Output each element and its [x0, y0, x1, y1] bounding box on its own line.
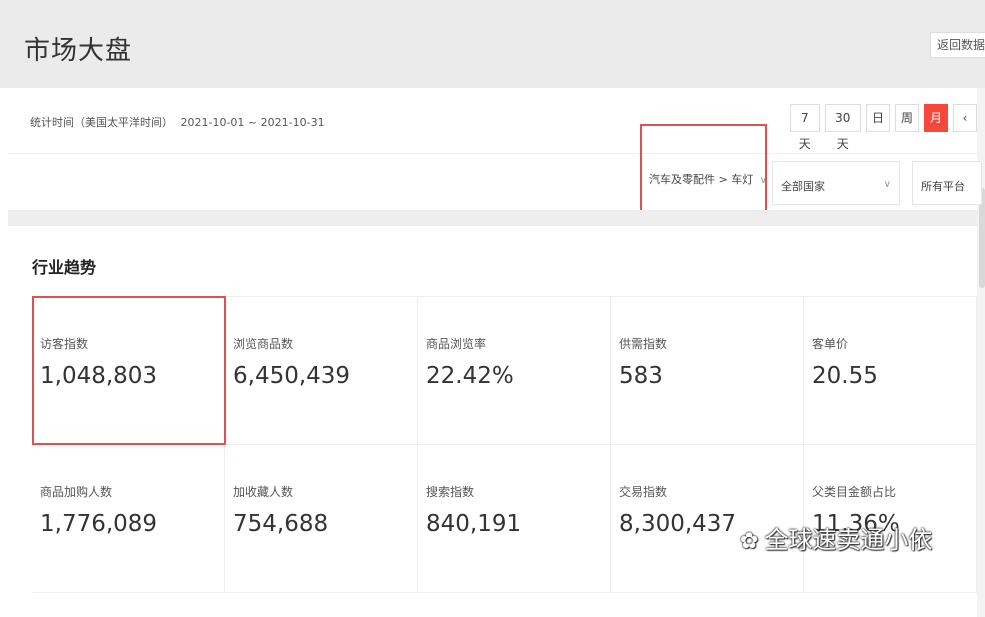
metric-favorite-users[interactable]: 加收藏人数 754,688 — [225, 445, 418, 593]
metric-label: 父类目金额占比 — [812, 485, 897, 499]
prev-period-button[interactable]: ‹ — [953, 104, 977, 132]
metric-value: 8,300,437 — [619, 511, 737, 537]
metric-value: 22.42% — [426, 363, 514, 389]
platform-value: 所有平台 — [921, 180, 965, 193]
metric-label: 商品加购人数 — [40, 485, 113, 499]
metric-label: 商品浏览率 — [426, 337, 487, 351]
date-label-text: 统计时间（美国太平洋时间） — [30, 116, 173, 129]
metric-label: 搜索指数 — [426, 485, 475, 499]
metric-label: 供需指数 — [619, 337, 668, 351]
metric-value: 754,688 — [233, 511, 329, 537]
metric-parent-category-share[interactable]: 父类目金额占比 11.36% — [804, 445, 977, 593]
watermark: ✿ 全球速卖通小依 — [740, 520, 932, 555]
filter-bar: 汽车及零配件 > 车灯 ∨ 全部国家 ∨ 所有平台 — [8, 155, 982, 210]
visitor-index-highlight-box — [32, 296, 226, 445]
period-30d-button[interactable]: 30天 — [824, 104, 861, 151]
metric-search-index[interactable]: 搜索指数 840,191 — [418, 445, 611, 593]
page-header: 市场大盘 返回数据 — [0, 0, 985, 88]
metric-label: 交易指数 — [619, 485, 668, 499]
metric-value: 1,776,089 — [40, 511, 158, 537]
platform-select[interactable]: 所有平台 — [912, 161, 982, 205]
page-title: 市场大盘 — [24, 36, 133, 66]
country-select[interactable]: 全部国家 ∨ — [772, 161, 900, 205]
metric-value: 583 — [619, 363, 663, 389]
metric-add-to-cart-users[interactable]: 商品加购人数 1,776,089 — [32, 445, 225, 593]
back-to-data-button[interactable]: 返回数据 — [930, 32, 985, 58]
period-7d-button[interactable]: 7天 — [790, 104, 820, 151]
metric-label: 浏览商品数 — [233, 337, 294, 351]
period-month-button[interactable]: 月 — [924, 104, 948, 132]
metric-browsed-products[interactable]: 浏览商品数 6,450,439 — [225, 297, 418, 445]
period-selector: 7天 30天 日 周 月 ‹ — [790, 104, 977, 151]
wechat-icon: ✿ — [740, 529, 759, 554]
metric-label: 加收藏人数 — [233, 485, 294, 499]
period-week-button[interactable]: 周 — [895, 104, 919, 132]
metric-label: 客单价 — [812, 337, 849, 351]
chevron-down-icon: ∨ — [883, 179, 891, 190]
watermark-text: 全球速卖通小依 — [764, 526, 933, 554]
metric-transaction-index[interactable]: 交易指数 8,300,437 — [611, 445, 804, 593]
section-divider — [8, 210, 977, 226]
date-range-value: 2021-10-01 ~ 2021-10-31 — [180, 116, 325, 129]
metric-avg-order-value[interactable]: 客单价 20.55 — [804, 297, 977, 445]
section-title: 行业趋势 — [32, 258, 97, 277]
country-value: 全部国家 — [781, 180, 825, 193]
metric-value: 840,191 — [426, 511, 522, 537]
metric-value: 20.55 — [812, 363, 878, 389]
metric-value: 6,450,439 — [233, 363, 351, 389]
date-range-label: 统计时间（美国太平洋时间） 2021-10-01 ~ 2021-10-31 — [30, 114, 325, 130]
metric-browse-rate[interactable]: 商品浏览率 22.42% — [418, 297, 611, 445]
period-day-button[interactable]: 日 — [866, 104, 890, 132]
date-bar: 统计时间（美国太平洋时间） 2021-10-01 ~ 2021-10-31 7天… — [8, 88, 977, 154]
metric-supply-demand-index[interactable]: 供需指数 583 — [611, 297, 804, 445]
